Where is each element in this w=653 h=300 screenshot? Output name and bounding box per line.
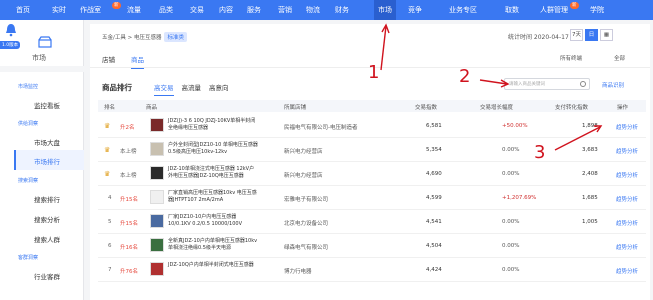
annotation-arrow-1 bbox=[380, 25, 387, 71]
annotation-number-2: 2 bbox=[459, 66, 471, 87]
annotation-number-1: 1 bbox=[368, 62, 380, 83]
annotation-number-3: 3 bbox=[534, 142, 546, 163]
annotation-layer bbox=[380, 23, 603, 151]
annotation-arrow-3 bbox=[554, 126, 601, 151]
